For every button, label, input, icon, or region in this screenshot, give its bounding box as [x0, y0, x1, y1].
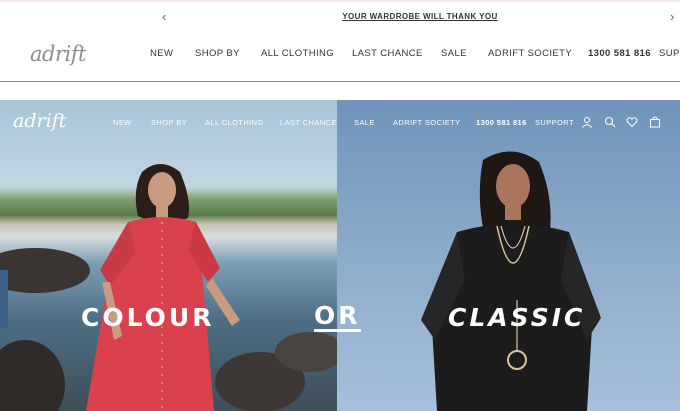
- account-icon[interactable]: [581, 116, 593, 128]
- hero-nav: adrift NEW SHOP BY ALL CLOTHING LAST CHA…: [0, 100, 680, 142]
- cart-bag-icon[interactable]: [649, 116, 661, 128]
- nav-item-sale[interactable]: SALE: [441, 48, 467, 59]
- model-red-dress: [86, 164, 240, 411]
- coast-rock: [0, 340, 65, 411]
- phone-number[interactable]: 1300 581 816: [588, 48, 651, 59]
- headline-classic[interactable]: CLASSIC: [448, 303, 585, 332]
- announcement-bar: ‹ YOUR WARDROBE WILL THANK YOU ›: [0, 0, 680, 30]
- nav-item-support[interactable]: SUPP: [659, 48, 680, 59]
- site-header: adrift NEW SHOP BY ALL CLOTHING LAST CHA…: [0, 30, 680, 82]
- chevron-right-icon[interactable]: ›: [670, 9, 674, 24]
- headline-colour[interactable]: COLOUR: [81, 303, 214, 332]
- nav-item-shop-by[interactable]: SHOP BY: [195, 48, 240, 59]
- hero-left-image: [0, 100, 345, 411]
- hero-nav-shop-by[interactable]: SHOP BY: [151, 118, 187, 127]
- hero-nav-last-chance[interactable]: LAST CHANCE: [280, 118, 337, 127]
- coast-rock: [275, 332, 345, 372]
- main-nav: NEW SHOP BY ALL CLOTHING LAST CHANCE SAL…: [0, 48, 680, 62]
- hero-nav-adrift-society[interactable]: ADRIFT SOCIETY: [393, 118, 461, 127]
- nav-item-new[interactable]: NEW: [150, 48, 173, 59]
- nav-item-last-chance[interactable]: LAST CHANCE: [352, 48, 423, 59]
- model-black-dress: [421, 151, 601, 411]
- hero-nav-all-clothing[interactable]: ALL CLOTHING: [205, 118, 264, 127]
- search-icon[interactable]: [604, 116, 616, 128]
- hero-right-image: [337, 100, 680, 411]
- side-feedback-tab[interactable]: [0, 270, 8, 328]
- headline-or: OR: [314, 301, 361, 332]
- hero-nav-new[interactable]: NEW: [113, 118, 132, 127]
- hero-nav-support[interactable]: SUPPORT: [535, 118, 574, 127]
- hero-phone-number[interactable]: 1300 581 816: [476, 118, 527, 127]
- hero-nav-sale[interactable]: SALE: [354, 118, 375, 127]
- coast-rock: [0, 248, 90, 293]
- hero-banner[interactable]: adrift NEW SHOP BY ALL CLOTHING LAST CHA…: [0, 100, 680, 411]
- nav-item-all-clothing[interactable]: ALL CLOTHING: [261, 48, 334, 59]
- nav-item-adrift-society[interactable]: ADRIFT SOCIETY: [488, 48, 572, 59]
- wishlist-heart-icon[interactable]: [626, 116, 638, 128]
- hero-logo[interactable]: adrift: [13, 110, 66, 132]
- announcement-message[interactable]: YOUR WARDROBE WILL THANK YOU: [0, 12, 680, 21]
